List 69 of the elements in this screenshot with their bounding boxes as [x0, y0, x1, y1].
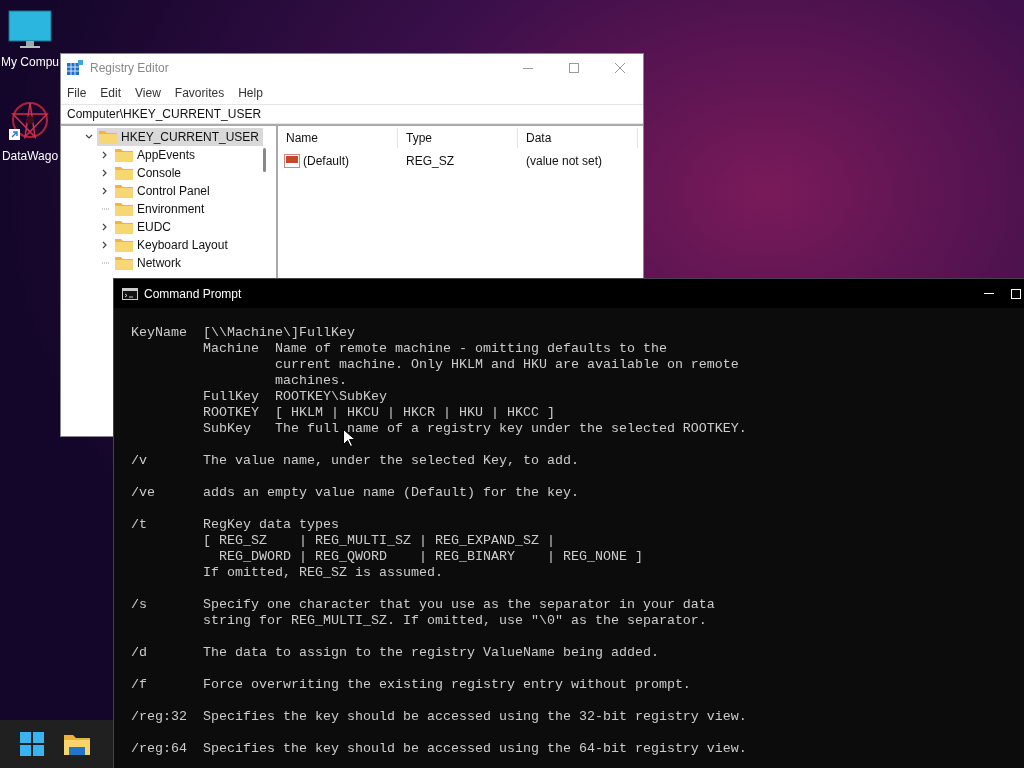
table-cell-text: REG_SZ: [405, 153, 455, 170]
chevron-down-icon[interactable]: [85, 133, 93, 141]
column-header[interactable]: Data: [518, 128, 638, 148]
console-line: /ve adds an empty value name (Default) for the key.: [131, 485, 579, 501]
start-icon[interactable]: [20, 732, 44, 756]
maximize-icon: [569, 63, 579, 73]
folder-icon: [115, 238, 133, 252]
chevron-right-icon[interactable]: [101, 169, 109, 177]
console-line: ROOTKEY [ HKLM | HKCU | HKCR | HKU | HKCC ]: [201, 405, 555, 421]
string-value-icon: [284, 154, 300, 168]
console-line: current machine. Only HKLM and HKU are available on remote: [273, 357, 739, 373]
tree-item[interactable]: HKEY_CURRENT_USER: [97, 128, 264, 146]
folder-icon: [115, 166, 133, 180]
tree-item[interactable]: EUDC: [115, 218, 175, 236]
console-line: /d The data to assign to the registry ValueName being added.: [131, 645, 659, 661]
console-line: KeyName [\\Machine\]FullKey: [131, 325, 355, 341]
tree-item[interactable]: Network: [115, 254, 185, 272]
terminal-icon: [122, 287, 138, 300]
window-title: Command Prompt: [144, 285, 242, 303]
menu-item[interactable]: Help: [238, 84, 263, 102]
console-line: /f Force overwriting the existing registry entry without prompt.: [131, 677, 691, 693]
tree-item[interactable]: Keyboard Layout: [115, 236, 232, 254]
table-cell-text: (value not set): [525, 153, 604, 170]
column-header[interactable]: Name: [278, 128, 398, 148]
chevron-right-icon[interactable]: [101, 187, 109, 195]
chevron-right-icon[interactable]: [101, 241, 109, 249]
folder-icon[interactable]: [64, 733, 90, 755]
console-line: /t RegKey data types: [131, 517, 339, 533]
chevron-right-icon[interactable]: [101, 223, 109, 231]
folder-icon: [115, 256, 133, 270]
console-line: /s Specify one character that you use as the separator in your data: [131, 597, 715, 613]
monitor-icon[interactable]: [8, 10, 52, 50]
minimize-icon: [984, 293, 994, 294]
menu-item[interactable]: File: [67, 84, 87, 102]
folder-icon: [115, 148, 133, 162]
console-line: /reg:32 Specifies the key should be accessed using the 32-bit registry view.: [131, 709, 747, 725]
folder-icon: [115, 202, 133, 216]
desktop-icon-label: DataWago: [1, 148, 59, 164]
console-line: string for REG_MULTI_SZ. If omitted, use "\0" as the separator.: [201, 613, 707, 629]
window-title: Registry Editor: [90, 60, 169, 77]
scrollbar-thumb[interactable]: [263, 148, 266, 172]
menu-item[interactable]: Edit: [100, 84, 122, 102]
console-line: If omitted, REG_SZ is assumed.: [201, 565, 443, 581]
chevron-right-icon[interactable]: [101, 151, 109, 159]
address-bar[interactable]: Computer\HKEY_CURRENT_USER: [61, 104, 643, 124]
column-header[interactable]: Type: [398, 128, 518, 148]
tree-item[interactable]: Console: [115, 164, 186, 182]
menu-item[interactable]: View: [135, 84, 161, 102]
close-icon: [615, 63, 625, 73]
folder-icon: [115, 220, 133, 234]
tree-item[interactable]: AppEvents: [115, 146, 200, 164]
maximize-icon: [1011, 288, 1021, 299]
minimize-icon: [523, 67, 533, 69]
console-line: REG_DWORD | REG_QWORD | REG_BINARY | REG_NONE ]: [217, 549, 643, 565]
folder-icon: [99, 130, 117, 144]
table-cell-text: (Default): [303, 153, 349, 170]
folder-icon: [115, 184, 133, 198]
registry-icon: [67, 60, 83, 76]
console-line: Machine Name of remote machine - omitting defaults to the: [201, 341, 667, 357]
console-line: [ REG_SZ | REG_MULTI_SZ | REG_EXPAND_SZ |: [201, 533, 555, 549]
tree-item[interactable]: Environment: [115, 200, 209, 218]
console-line: /v The value name, under the selected Key, to add.: [131, 453, 579, 469]
tree-item[interactable]: Control Panel: [115, 182, 214, 200]
menu-item[interactable]: Favorites: [174, 84, 225, 102]
console-line: FullKey ROOTKEY\SubKey: [201, 389, 387, 405]
desktop-icon-label: My Compu: [1, 54, 59, 70]
console-line: /reg:64 Specifies the key should be accessed using the 64-bit registry view.: [131, 741, 747, 757]
console-line: SubKey The full name of a registry key under the selected ROOTKEY.: [201, 421, 747, 437]
console-line: machines.: [273, 373, 347, 389]
